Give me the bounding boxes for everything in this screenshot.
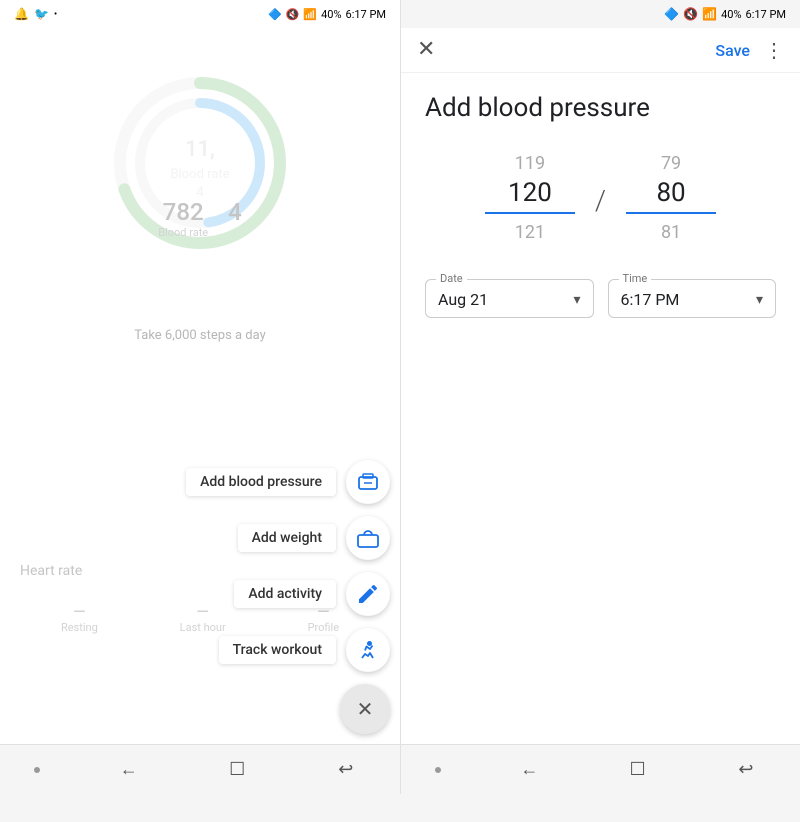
bp-picker: 119 120 121 / 79 80 81 (401, 133, 800, 263)
time-right: 6:17 PM (746, 8, 786, 21)
fab-item-activity[interactable]: Add activity (234, 572, 390, 616)
form-toolbar: ✕ Save ⋮ (401, 28, 800, 73)
toolbar-actions: Save ⋮ (715, 38, 784, 62)
left-status-icons: 🔔 🐦 • (14, 7, 57, 21)
time-left: 6:17 PM (346, 8, 386, 21)
fab-icon-activity[interactable] (346, 572, 390, 616)
datetime-row: Date Aug 21 ▾ Time 6:17 PM ▾ (401, 263, 800, 334)
date-dropdown-icon: ▾ (573, 292, 580, 308)
bottom-nav-right: ← ☐ ↩ (401, 744, 800, 794)
date-value: Aug 21 (438, 290, 488, 309)
right-panel: 🔷 🔇 📶 40% 6:17 PM ✕ Save ⋮ Add blood pre… (400, 0, 800, 794)
diastolic-current[interactable]: 80 (626, 178, 716, 214)
close-button[interactable]: ✕ (417, 39, 435, 61)
fab-icon-blood-pressure[interactable] (346, 460, 390, 504)
date-field[interactable]: Date Aug 21 ▾ (425, 279, 594, 318)
left-status-right: 🔷 🔇 📶 40% 6:17 PM (268, 8, 386, 21)
battery-left: 40% (321, 8, 341, 21)
fab-item-workout[interactable]: Track workout (219, 628, 390, 672)
recent-button-right[interactable]: ↩ (726, 750, 766, 790)
fab-item-blood-pressure[interactable]: Add blood pressure (186, 460, 390, 504)
back-button-left[interactable]: ← (109, 750, 149, 790)
left-panel: 🔔 🐦 • 🔷 🔇 📶 40% 6:17 PM 11, Blood ra (0, 0, 400, 794)
twitter-icon: 🐦 (34, 7, 49, 21)
fab-icon-weight[interactable] (346, 516, 390, 560)
heart-rate-label: Heart rate (20, 563, 82, 579)
time-dropdown-icon: ▾ (756, 292, 763, 308)
signal-icon-right: 📶 (702, 7, 717, 21)
nav-dot-left (34, 767, 40, 773)
home-button-right[interactable]: ☐ (618, 750, 658, 790)
battery-right: 40% (721, 8, 741, 21)
dot-icon: • (54, 9, 57, 20)
fab-label-blood-pressure[interactable]: Add blood pressure (186, 468, 336, 496)
more-button[interactable]: ⋮ (764, 38, 784, 62)
systolic-below: 121 (515, 222, 545, 243)
close-fab-icon: ✕ (357, 697, 374, 721)
svg-text:11,: 11, (185, 137, 215, 162)
fab-label-workout[interactable]: Track workout (219, 636, 336, 664)
bluetooth-icon-right: 🔷 (664, 7, 679, 21)
fab-close-button[interactable]: ✕ (340, 684, 390, 734)
home-button-left[interactable]: ☐ (217, 750, 257, 790)
svg-text:Blood rate: Blood rate (170, 167, 229, 182)
fab-label-activity[interactable]: Add activity (234, 580, 336, 608)
date-select-row[interactable]: Aug 21 ▾ (438, 290, 581, 309)
diastolic-above: 79 (661, 153, 681, 174)
mute-icon-left: 🔇 (286, 8, 300, 21)
steps-goal-text: Take 6,000 steps a day (0, 328, 400, 343)
systolic-current[interactable]: 120 (485, 178, 575, 214)
mute-icon-right: 🔇 (683, 7, 698, 21)
bottom-nav-left: ← ☐ ↩ (0, 744, 400, 794)
notification-icon: 🔔 (14, 7, 29, 21)
systolic-picker[interactable]: 119 120 121 (485, 153, 575, 243)
systolic-above: 119 (515, 153, 545, 174)
signal-icon-left: 📶 (303, 8, 317, 21)
time-label: Time (619, 272, 652, 285)
bg-resting: — Resting (61, 602, 98, 634)
time-select-row[interactable]: 6:17 PM ▾ (621, 290, 764, 309)
date-label: Date (436, 272, 467, 285)
nav-dot-right (435, 767, 441, 773)
right-status-bar: 🔷 🔇 📶 40% 6:17 PM (401, 0, 800, 28)
bg-stats-row: 782 Blood rate 4 (0, 198, 400, 239)
save-button[interactable]: Save (715, 41, 750, 60)
right-status-right: 🔷 🔇 📶 40% 6:17 PM (664, 7, 786, 21)
diastolic-picker[interactable]: 79 80 81 (626, 153, 716, 243)
time-value: 6:17 PM (621, 290, 680, 309)
bp-divider: / (595, 184, 606, 217)
fab-menu: Add blood pressure Add weight (186, 460, 390, 734)
time-field[interactable]: Time 6:17 PM ▾ (608, 279, 777, 318)
bluetooth-icon-left: 🔷 (268, 8, 282, 21)
fab-label-weight[interactable]: Add weight (238, 524, 336, 552)
recent-button-left[interactable]: ↩ (326, 750, 366, 790)
back-button-right[interactable]: ← (509, 750, 549, 790)
fab-icon-workout[interactable] (346, 628, 390, 672)
left-status-bar: 🔔 🐦 • 🔷 🔇 📶 40% 6:17 PM (0, 0, 400, 28)
form-title: Add blood pressure (401, 73, 800, 133)
fab-item-weight[interactable]: Add weight (238, 516, 390, 560)
diastolic-below: 81 (661, 222, 681, 243)
